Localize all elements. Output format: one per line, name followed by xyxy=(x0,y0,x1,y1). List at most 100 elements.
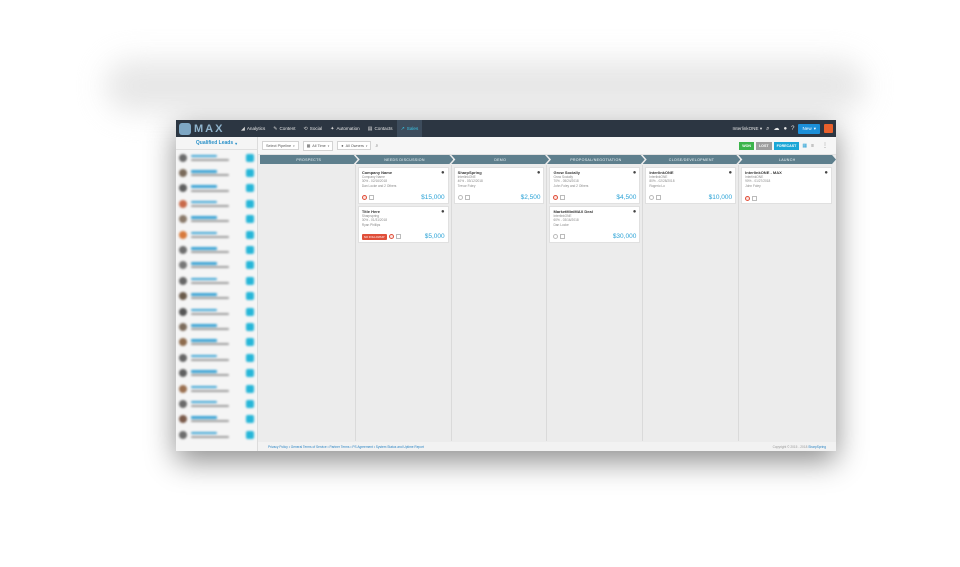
lead-item[interactable] xyxy=(176,289,257,304)
lead-company xyxy=(191,281,229,284)
lead-item[interactable] xyxy=(176,227,257,242)
owners-select[interactable]: ● All Owners ▾ xyxy=(337,141,372,150)
deal-card[interactable]: MarketMiniMAX Deal InterlinkONE 60% - 03/1… xyxy=(549,206,641,243)
lead-text xyxy=(191,246,246,254)
time-select[interactable]: ▦ All Time ▾ xyxy=(302,140,334,151)
stop-icon[interactable] xyxy=(553,195,559,200)
stop-icon[interactable] xyxy=(745,196,751,201)
lead-item[interactable] xyxy=(176,150,257,165)
deal-card[interactable]: Title Here Sharpspring 30% - 01/31/2018 Rya… xyxy=(357,206,449,243)
deal-card[interactable]: Grow Socially Grow Socially 70% - 05/24/20… xyxy=(549,167,641,204)
search-icon[interactable]: ⌕ xyxy=(766,126,769,132)
lead-item[interactable] xyxy=(176,396,257,411)
lead-action-button[interactable] xyxy=(246,399,254,408)
lead-action-button[interactable] xyxy=(246,215,254,224)
lead-action-button[interactable] xyxy=(246,261,254,270)
deal-card[interactable]: Company Name Company Name 30% - 02/16/2018… xyxy=(357,167,449,204)
lead-action-button[interactable] xyxy=(246,430,254,439)
lead-action-button[interactable] xyxy=(246,169,254,178)
note-icon[interactable] xyxy=(464,195,470,200)
sidebar-header[interactable]: Qualified Leads ▾ xyxy=(176,137,257,150)
lead-item[interactable] xyxy=(176,242,257,257)
lead-item[interactable] xyxy=(176,319,257,334)
lead-action-button[interactable] xyxy=(246,184,254,193)
lead-item[interactable] xyxy=(176,196,257,211)
lead-item[interactable] xyxy=(176,165,257,180)
note-icon[interactable] xyxy=(560,234,566,239)
deal-card[interactable]: InterlinkONE InterlinkONE 80% - 02/28/2018… xyxy=(645,167,737,204)
note-icon[interactable] xyxy=(656,195,662,200)
lead-company xyxy=(191,358,229,361)
list-view-icon[interactable]: ≡ xyxy=(810,143,815,149)
lead-item[interactable] xyxy=(176,412,257,427)
nav-item-sales[interactable]: ↗ Sales xyxy=(396,120,423,137)
lead-action-button[interactable] xyxy=(246,307,254,316)
notifications-icon[interactable] xyxy=(824,124,833,133)
stage-header: PROPOSAL/NEGOTIATION xyxy=(547,155,645,164)
note-icon[interactable] xyxy=(395,234,401,239)
lead-action-button[interactable] xyxy=(246,292,254,301)
lead-text xyxy=(191,416,246,423)
stop-icon[interactable] xyxy=(553,234,559,239)
lead-item[interactable] xyxy=(176,258,257,273)
forecast-button[interactable]: FORECAST xyxy=(773,141,800,150)
lead-item[interactable] xyxy=(176,427,257,442)
cloud-icon[interactable]: ☁ xyxy=(774,126,780,132)
pipeline-select[interactable]: Select Pipeline ▾ xyxy=(262,141,299,150)
stop-icon[interactable] xyxy=(649,195,655,200)
note-icon[interactable] xyxy=(560,195,566,200)
lead-item[interactable] xyxy=(176,212,257,227)
lead-item[interactable] xyxy=(176,304,257,319)
lead-item[interactable] xyxy=(176,181,257,196)
won-button[interactable]: WON xyxy=(739,141,754,150)
avatar xyxy=(179,292,187,301)
lead-action-button[interactable] xyxy=(246,369,254,378)
lead-name xyxy=(191,216,217,219)
deal-card[interactable]: SharpSpring InterlinkONE 40% - 03/12/2018 T… xyxy=(453,167,545,204)
nav-item-contacts[interactable]: ▤ Contacts xyxy=(364,120,397,137)
nav-item-analytics[interactable]: ◢ Analytics xyxy=(237,120,269,137)
lead-action-button[interactable] xyxy=(246,153,254,162)
lost-button[interactable]: LOST xyxy=(755,141,772,150)
lead-item[interactable] xyxy=(176,365,257,380)
owner-icon: ● xyxy=(728,170,733,176)
lead-company xyxy=(191,189,229,192)
stop-icon[interactable] xyxy=(361,195,367,200)
nav-item-social[interactable]: ⟲ Social xyxy=(300,120,327,137)
stop-icon[interactable] xyxy=(388,234,394,239)
board-view-icon[interactable]: ▦ xyxy=(801,143,808,149)
stop-icon[interactable] xyxy=(457,195,463,200)
nav-item-content[interactable]: ✎ Content xyxy=(269,120,299,137)
note-icon[interactable] xyxy=(368,195,374,200)
nav-item-label: Content xyxy=(279,126,296,131)
lead-action-button[interactable] xyxy=(246,322,254,331)
more-options-icon[interactable]: ⋮ xyxy=(822,142,828,149)
lead-item[interactable] xyxy=(176,350,257,365)
lead-action-button[interactable] xyxy=(246,246,254,255)
org-switcher[interactable]: InterlinkONE ▾ xyxy=(733,126,763,132)
footer-links[interactable]: Privacy Policy • General Terms of Servic… xyxy=(268,445,424,449)
lead-action-button[interactable] xyxy=(246,353,254,362)
footer-brand[interactable]: SharpSpring xyxy=(808,445,826,449)
new-button[interactable]: New ▾ xyxy=(798,123,820,134)
logo-mark-icon xyxy=(179,122,191,135)
note-icon[interactable] xyxy=(752,196,758,201)
lead-action-button[interactable] xyxy=(246,199,254,208)
deal-card[interactable]: InterlinkONE - MAX InterlinkONE 90% - 01/2… xyxy=(741,167,832,204)
sales-icon: ↗ xyxy=(400,125,405,132)
lead-item[interactable] xyxy=(176,335,257,350)
lead-item[interactable] xyxy=(176,273,257,288)
lead-action-button[interactable] xyxy=(246,415,254,424)
app-logo[interactable]: MAX xyxy=(176,122,237,135)
lead-action-button[interactable] xyxy=(246,384,254,393)
lead-action-button[interactable] xyxy=(246,338,254,347)
lead-action-button[interactable] xyxy=(246,230,254,239)
user-icon[interactable]: ● xyxy=(784,126,788,132)
help-icon[interactable]: ? xyxy=(791,126,794,132)
nav-item-automation[interactable]: ✦ Automation xyxy=(326,120,363,137)
search-icon[interactable]: ⌕ xyxy=(375,143,378,149)
lead-action-button[interactable] xyxy=(246,276,254,285)
lead-item[interactable] xyxy=(176,381,257,396)
avatar xyxy=(179,153,187,162)
top-navbar: MAX ◢ Analytics ✎ Content ⟲ Social ✦ Automation… xyxy=(176,120,836,137)
